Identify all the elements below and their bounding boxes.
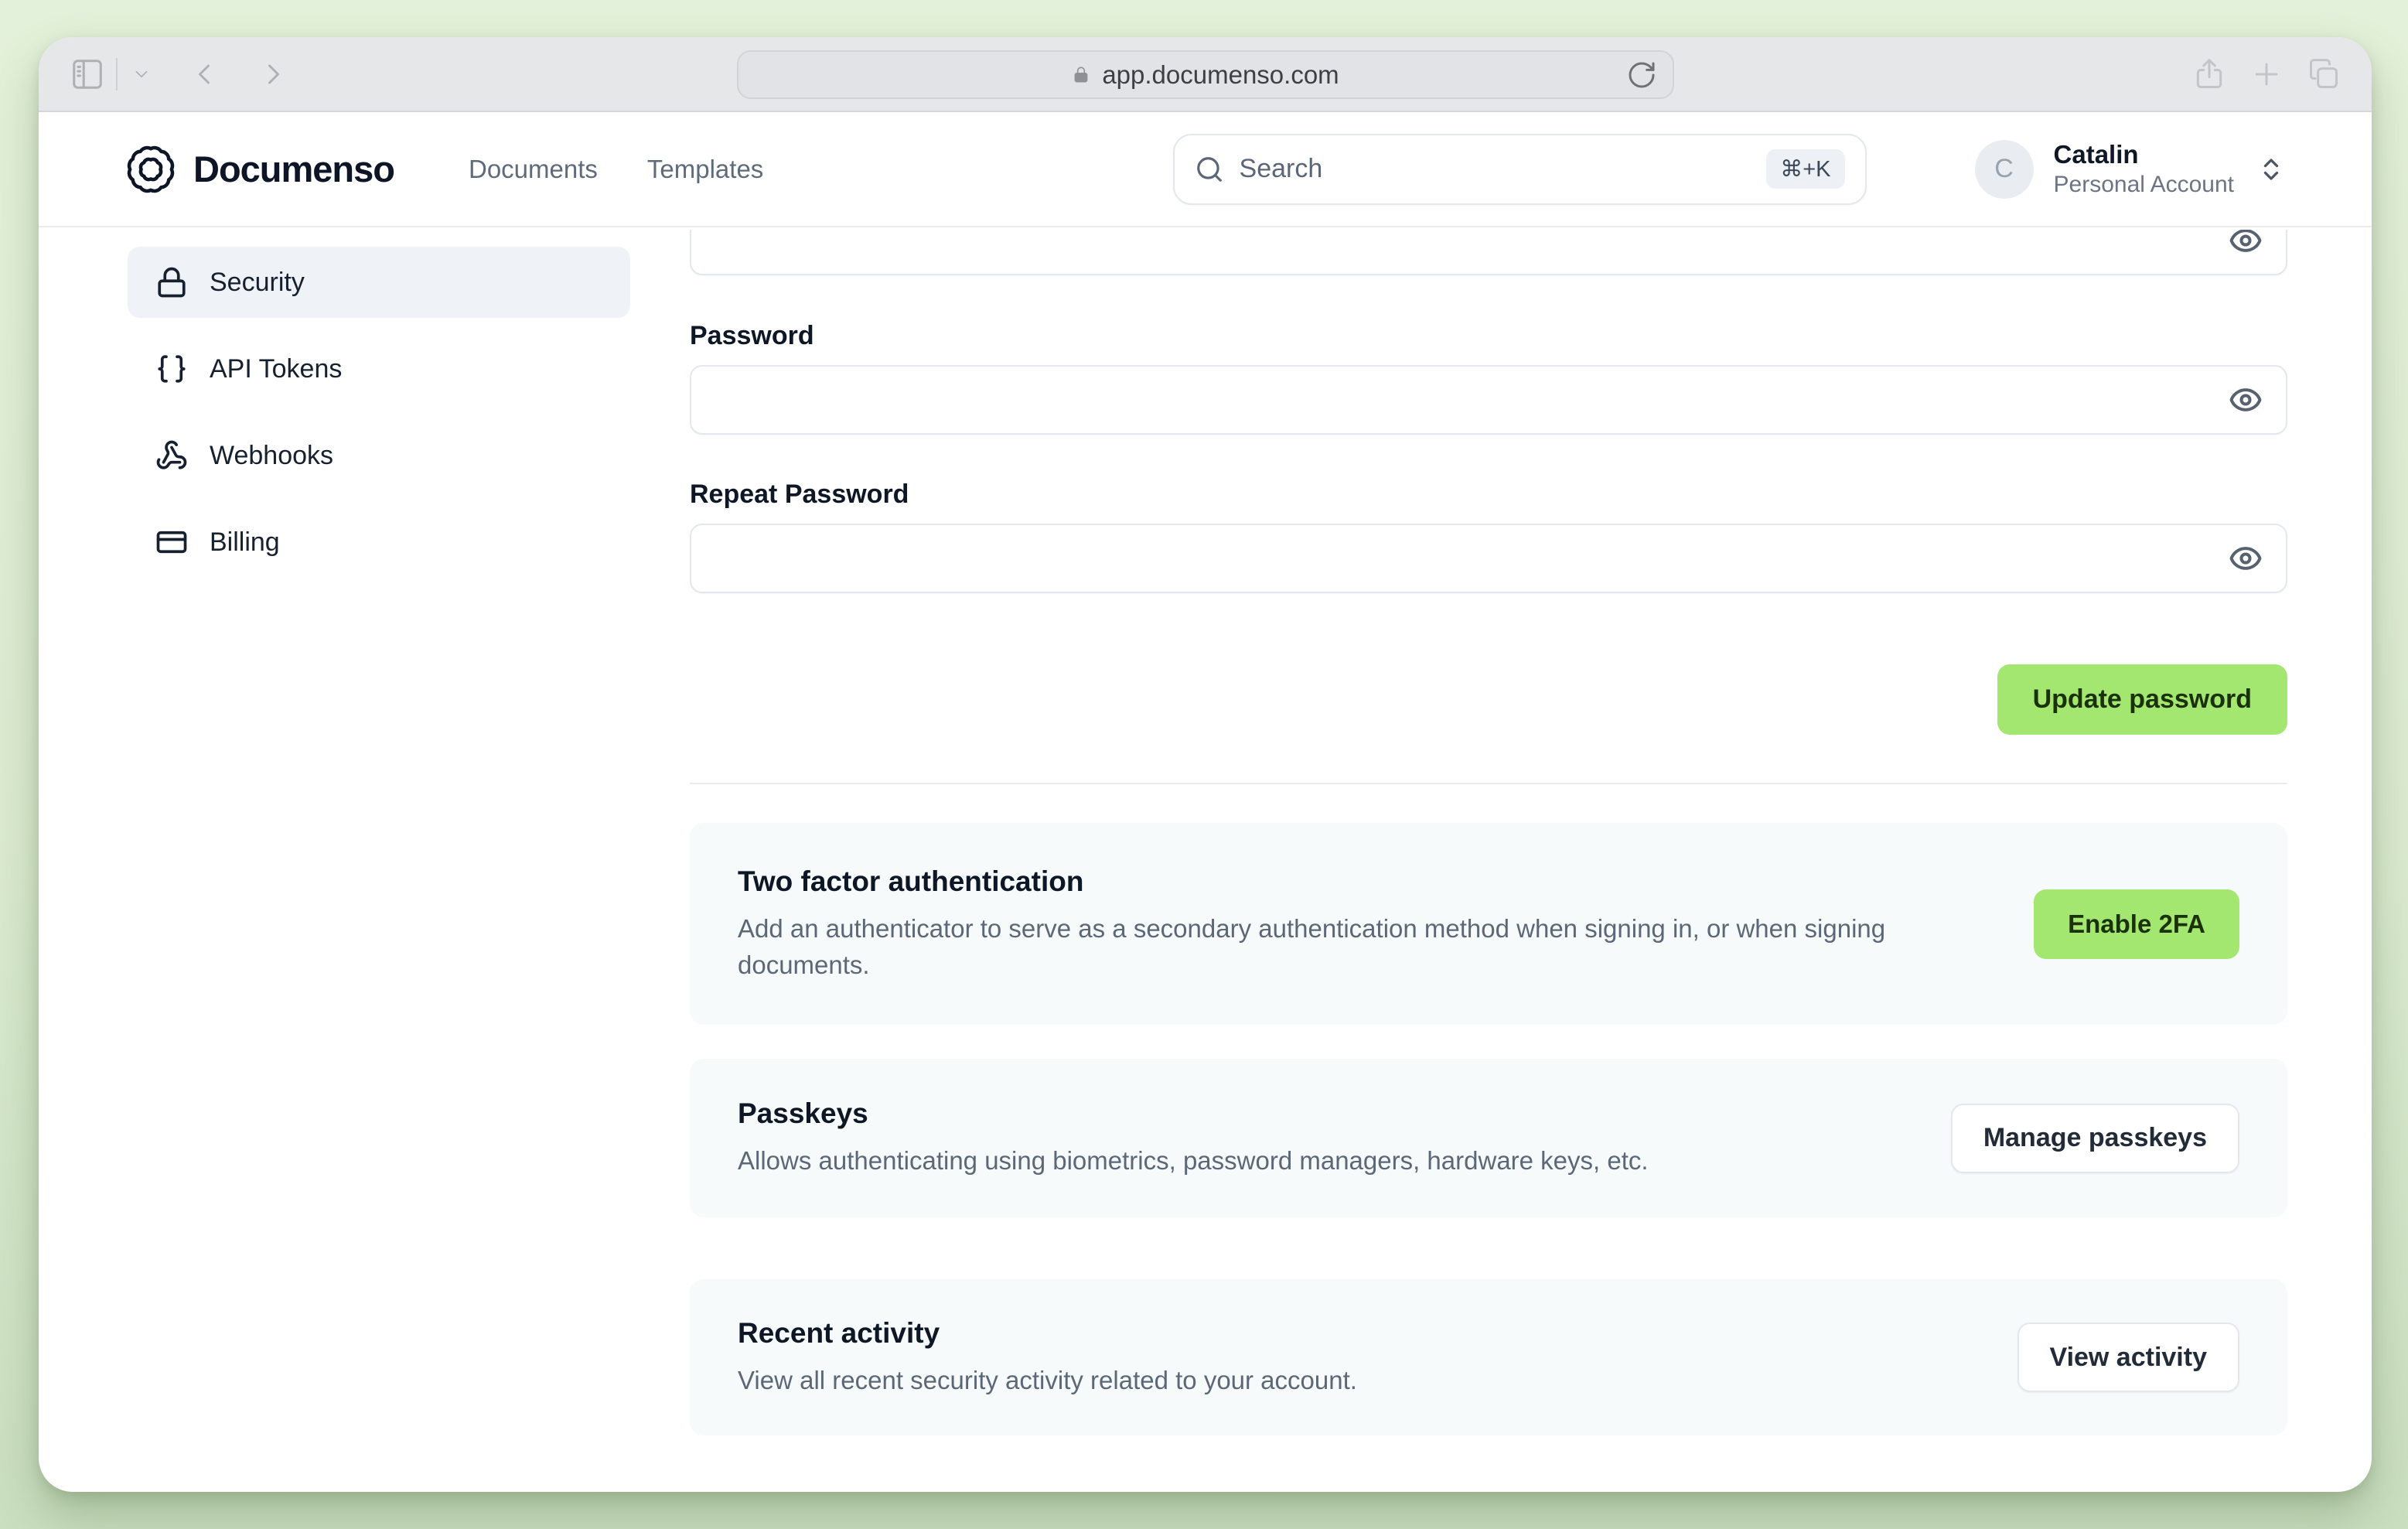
lock-icon	[1071, 65, 1091, 85]
sidebar-item-billing[interactable]: Billing	[128, 507, 630, 578]
lock-icon	[158, 267, 186, 298]
sidebar-item-api-tokens[interactable]: API Tokens	[128, 333, 630, 404]
recent-activity-card: Recent activity View all recent security…	[690, 1279, 2287, 1435]
two-factor-card: Two factor authentication Add an authent…	[690, 823, 2287, 1025]
browser-toolbar: app.documenso.com	[39, 37, 2372, 112]
brand-name: Documenso	[193, 148, 395, 189]
chevrons-up-down-icon	[2257, 155, 2285, 183]
share-icon[interactable]	[2192, 57, 2226, 91]
tab-overview-icon[interactable]	[2307, 57, 2341, 91]
documenso-logo[interactable]: Documenso	[125, 144, 395, 195]
eye-icon[interactable]	[2229, 383, 2263, 417]
back-icon[interactable]	[187, 57, 221, 91]
recent-activity-description: View all recent security activity relate…	[738, 1365, 1357, 1394]
recent-activity-title: Recent activity	[738, 1316, 940, 1349]
two-factor-description: Add an authenticator to serve as a secon…	[738, 913, 1886, 979]
section-divider	[690, 783, 2287, 784]
search-placeholder: Search	[1239, 154, 1323, 183]
nav-documents[interactable]: Documents	[469, 155, 598, 184]
credit-card-icon	[156, 531, 187, 554]
current-password-field-clipped	[690, 230, 2287, 276]
sidebar-item-label: Billing	[210, 527, 280, 557]
passkeys-title: Passkeys	[738, 1097, 868, 1129]
avatar: C	[1974, 139, 2034, 199]
current-password-input[interactable]	[690, 230, 2287, 275]
repeat-password-label: Repeat Password	[690, 480, 909, 509]
address-bar[interactable]: app.documenso.com	[736, 50, 1674, 99]
sidebar-item-label: Security	[210, 267, 305, 297]
account-type: Personal Account	[2053, 171, 2234, 197]
braces-icon	[158, 355, 186, 383]
documenso-logo-icon	[127, 145, 175, 193]
chevron-down-icon[interactable]	[131, 64, 152, 84]
settings-sidebar: Security API Tokens Webhooks Billing	[128, 247, 630, 1435]
account-name: Catalin	[2053, 139, 2139, 169]
app-header: Documenso Documents Templates Search ⌘+K…	[39, 112, 2372, 227]
password-input[interactable]	[690, 365, 2287, 435]
main-nav: Documents Templates	[469, 155, 763, 184]
browser-window: app.documenso.com Documenso Documents Te…	[39, 37, 2372, 1492]
reload-icon[interactable]	[1626, 60, 1657, 90]
enable-2fa-button[interactable]: Enable 2FA	[2034, 889, 2239, 959]
two-factor-title: Two factor authentication	[738, 865, 1084, 897]
eye-icon[interactable]	[2229, 541, 2263, 575]
update-password-button[interactable]: Update password	[1997, 664, 2287, 735]
repeat-password-input[interactable]	[690, 524, 2287, 593]
passkeys-description: Allows authenticating using biometrics, …	[738, 1146, 1649, 1175]
password-label: Password	[690, 321, 814, 350]
manage-passkeys-button[interactable]: Manage passkeys	[1950, 1103, 2239, 1173]
forward-icon[interactable]	[257, 57, 291, 91]
security-settings-main: Password Repeat Password Update password…	[690, 227, 2287, 1435]
new-tab-icon[interactable]	[2249, 57, 2284, 91]
sidebar-toggle-icon[interactable]	[70, 56, 105, 92]
search-shortcut-badge: ⌘+K	[1766, 149, 1845, 189]
sidebar-item-label: API Tokens	[210, 353, 343, 384]
sidebar-item-security[interactable]: Security	[128, 247, 630, 318]
url-text: app.documenso.com	[1102, 60, 1339, 89]
sidebar-item-webhooks[interactable]: Webhooks	[128, 420, 630, 491]
view-activity-button[interactable]: View activity	[2017, 1323, 2239, 1392]
toolbar-divider	[116, 57, 118, 90]
sidebar-item-label: Webhooks	[210, 440, 334, 470]
nav-templates[interactable]: Templates	[647, 155, 763, 184]
eye-icon[interactable]	[2229, 230, 2263, 258]
search-input[interactable]: Search ⌘+K	[1172, 133, 1867, 205]
passkeys-card: Passkeys Allows authenticating using bio…	[690, 1059, 2287, 1217]
search-icon	[1196, 156, 1222, 182]
account-menu[interactable]: C Catalin Personal Account	[1974, 139, 2285, 200]
webhook-icon	[156, 440, 187, 469]
